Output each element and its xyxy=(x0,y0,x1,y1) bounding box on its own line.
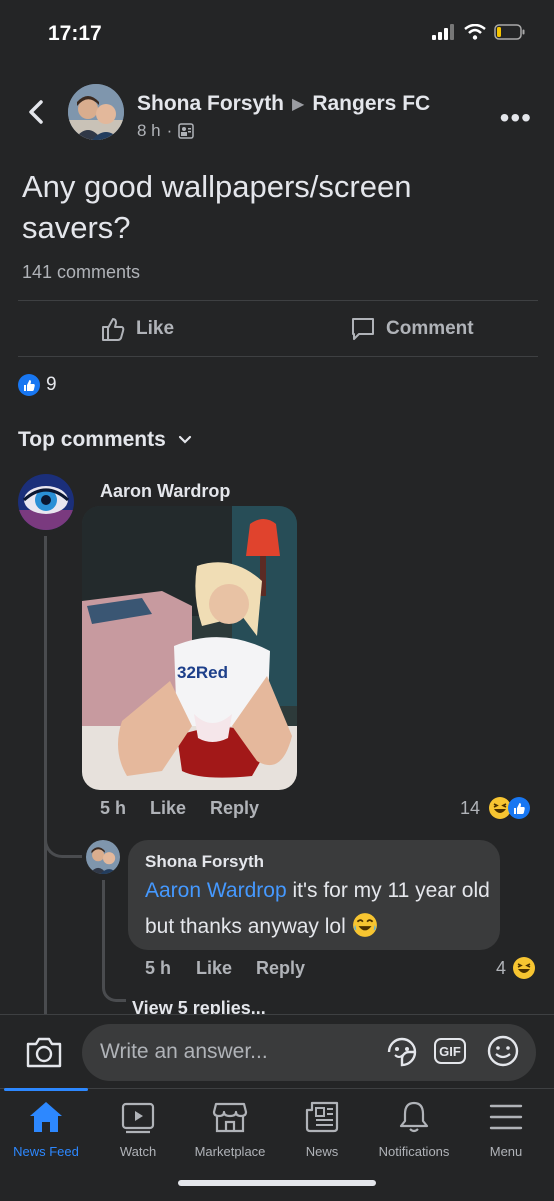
bell-icon xyxy=(399,1101,429,1133)
reply-reaction-count: 4 xyxy=(495,957,506,978)
comment-image[interactable]: 32Red xyxy=(82,506,297,790)
reply-like-button[interactable]: Like xyxy=(196,958,232,979)
like-reaction-icon xyxy=(18,374,40,396)
camera-icon[interactable] xyxy=(24,1034,64,1070)
like-label: Like xyxy=(136,318,175,339)
reply-mention[interactable]: Aaron Wardrop xyxy=(145,879,287,902)
reply-author-name[interactable]: Shona Forsyth xyxy=(145,852,264,872)
post-text: Any good wallpapers/screen savers? xyxy=(22,169,412,245)
divider xyxy=(18,356,538,357)
tab-label: News xyxy=(305,1144,339,1159)
tab-notifications[interactable]: Notifications xyxy=(368,1100,460,1159)
like-reaction-icon xyxy=(508,797,530,819)
svg-text:32Red: 32Red xyxy=(177,663,228,682)
like-button[interactable]: Like xyxy=(100,316,174,342)
thread-connector xyxy=(44,820,82,858)
post-reactions[interactable]: 9 xyxy=(18,374,57,396)
arrow-right-icon: ▶ xyxy=(292,96,305,113)
comment-icon xyxy=(352,318,374,340)
signal-icon xyxy=(432,24,454,40)
menu-icon xyxy=(489,1104,523,1130)
group-audience-icon xyxy=(178,123,195,139)
news-icon xyxy=(305,1101,339,1133)
gif-icon[interactable]: GIF xyxy=(434,1038,466,1064)
battery-icon xyxy=(494,24,525,40)
thumbs-up-icon xyxy=(102,318,125,341)
comment-like-button[interactable]: Like xyxy=(150,798,186,819)
more-options-icon[interactable]: ••• xyxy=(500,102,532,134)
active-tab-indicator xyxy=(4,1088,88,1091)
laughing-emoji-icon xyxy=(352,913,377,937)
tab-label: News Feed xyxy=(13,1144,79,1159)
wifi-icon xyxy=(464,24,486,40)
post-header-title: Shona Forsyth ▶ Rangers FC xyxy=(137,92,430,116)
tab-label: Watch xyxy=(119,1144,157,1159)
top-comments-filter[interactable]: Top comments xyxy=(18,428,192,452)
marketplace-icon xyxy=(212,1102,248,1133)
post-time: 8 h xyxy=(137,121,161,140)
reply-reply-button[interactable]: Reply xyxy=(256,958,305,979)
tab-label: Marketplace xyxy=(194,1144,266,1159)
thread-line xyxy=(44,536,47,1014)
group-name[interactable]: Rangers FC xyxy=(312,92,430,116)
commenter-avatar[interactable] xyxy=(18,474,74,530)
back-icon[interactable] xyxy=(22,96,50,128)
tab-news[interactable]: News xyxy=(276,1100,368,1159)
write-answer-placeholder: Write an answer... xyxy=(100,1040,268,1063)
status-icons xyxy=(432,24,526,40)
home-indicator xyxy=(178,1180,376,1186)
home-icon xyxy=(30,1102,62,1132)
laugh-reaction-icon xyxy=(513,957,535,979)
reply-text-block: Aaron Wardrop it's for my 11 year old bu… xyxy=(145,873,490,945)
tab-news-feed[interactable]: News Feed xyxy=(0,1100,92,1159)
top-comments-label: Top comments xyxy=(18,428,166,451)
comment-reply-button[interactable]: Reply xyxy=(210,798,259,819)
commenter-name[interactable]: Aaron Wardrop xyxy=(100,481,230,502)
tab-menu[interactable]: Menu xyxy=(460,1100,552,1159)
reply-thread-line xyxy=(102,880,105,980)
author-avatar[interactable] xyxy=(68,84,124,140)
tab-marketplace[interactable]: Marketplace xyxy=(184,1100,276,1159)
comment-reactions[interactable]: 14 xyxy=(460,796,530,820)
tab-watch[interactable]: Watch xyxy=(92,1100,184,1159)
comment-button[interactable]: Comment xyxy=(350,316,474,342)
reply-time: 5 h xyxy=(145,958,172,978)
comment-time: 5 h xyxy=(100,798,127,818)
meta-separator: · xyxy=(166,121,173,140)
tab-label: Menu xyxy=(489,1144,523,1159)
watch-icon xyxy=(121,1102,155,1134)
comment-label: Comment xyxy=(386,318,474,339)
chevron-down-icon xyxy=(178,435,191,444)
reply-author-avatar[interactable] xyxy=(86,840,120,874)
emoji-icon[interactable] xyxy=(486,1034,520,1068)
reply-thread-connector xyxy=(102,980,126,1002)
reaction-count: 9 xyxy=(46,374,57,395)
author-name[interactable]: Shona Forsyth xyxy=(137,92,284,116)
sticker-icon[interactable] xyxy=(384,1034,420,1070)
reply-reactions[interactable]: 4 xyxy=(496,956,536,980)
divider xyxy=(18,300,538,301)
comment-reaction-count: 14 xyxy=(459,797,480,818)
tab-label: Notifications xyxy=(378,1144,450,1159)
status-time: 17:17 xyxy=(48,22,102,45)
post-meta: 8 h · xyxy=(137,121,195,141)
comment-count[interactable]: 141 comments xyxy=(22,262,140,283)
